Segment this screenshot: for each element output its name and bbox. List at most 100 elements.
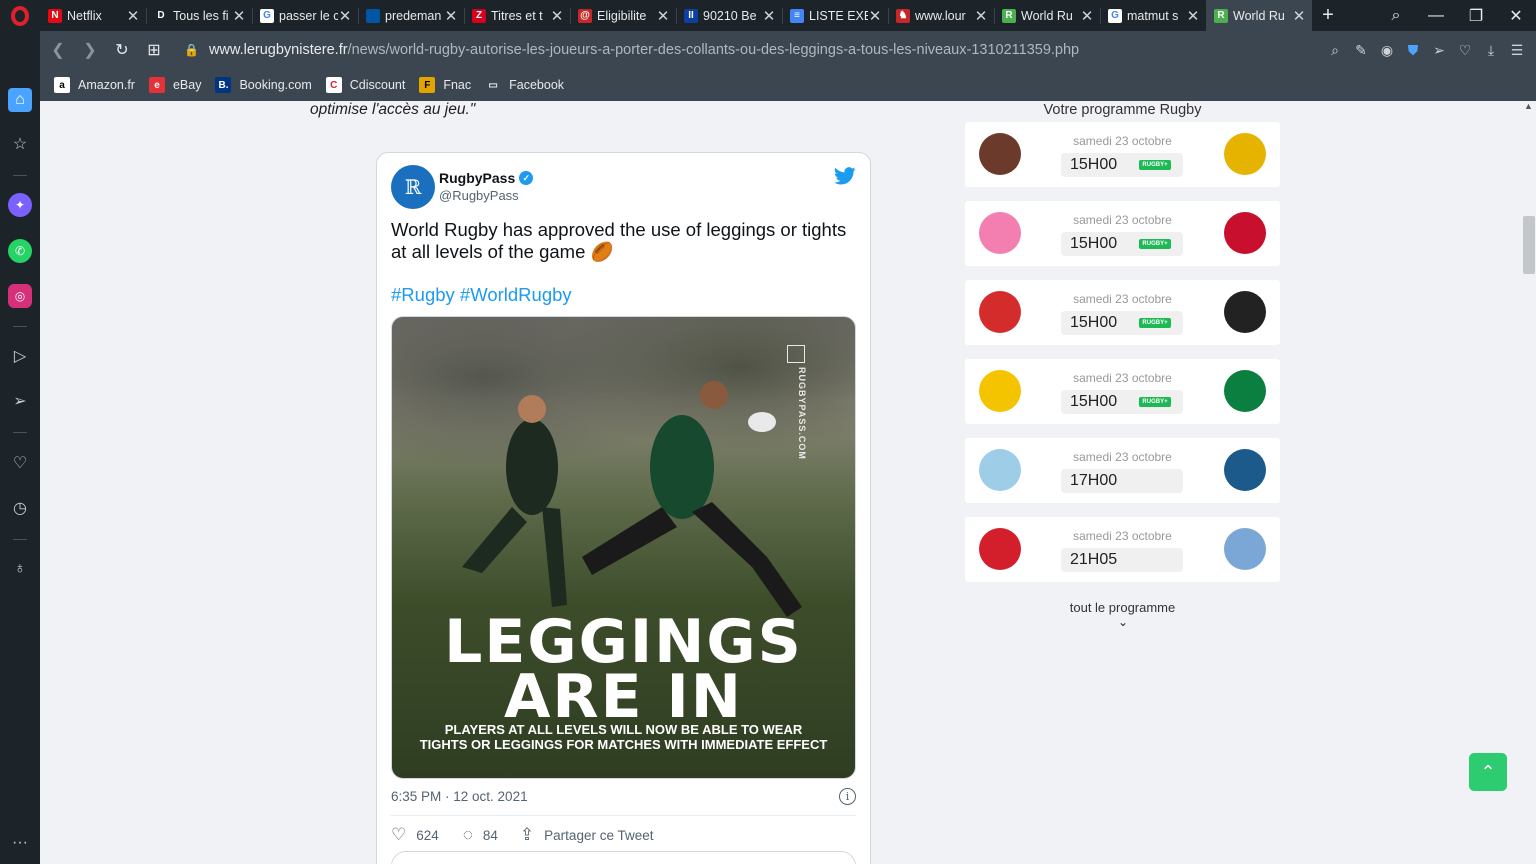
all-programme-link[interactable]: tout le programme	[965, 600, 1280, 615]
download-icon[interactable]: ⤓	[1482, 42, 1500, 59]
url-field[interactable]: www.lerugbynistere.fr/news/world-rugby-a…	[209, 42, 1079, 58]
match-time-label: 15H00	[1070, 314, 1118, 331]
match-card[interactable]: samedi 23 octobre 15H00 RUGBY+	[965, 280, 1280, 345]
scroll-to-top-button[interactable]: ⌃	[1469, 753, 1507, 791]
close-tab-icon[interactable]: ✕	[656, 7, 670, 25]
close-tab-icon[interactable]: ✕	[338, 7, 352, 25]
match-card[interactable]: samedi 23 octobre 21H05	[965, 517, 1280, 582]
heart-icon[interactable]: ♡	[8, 451, 32, 475]
tab[interactable]: D Tous les fi ✕	[146, 0, 252, 31]
twitter-bird-icon[interactable]	[834, 167, 856, 185]
heart-icon[interactable]: ♡	[1456, 42, 1474, 59]
away-team-crest-icon[interactable]	[1224, 212, 1266, 254]
whatsapp-icon[interactable]: ✆	[8, 239, 32, 263]
tab[interactable]: Gmatmut s ✕	[1100, 0, 1206, 31]
tweet-hashtags[interactable]: #Rugby #WorldRugby	[391, 284, 572, 306]
close-tab-icon[interactable]: ✕	[762, 7, 776, 25]
easy-setup-icon[interactable]: ☰	[1508, 42, 1526, 59]
match-card[interactable]: samedi 23 octobre 15H00 RUGBY+	[965, 201, 1280, 266]
flow-icon[interactable]: ➢	[8, 389, 32, 413]
send-icon[interactable]: ➢	[1430, 42, 1448, 59]
close-tab-icon[interactable]: ✕	[550, 7, 564, 25]
player-icon[interactable]: ▷	[8, 344, 32, 368]
tab[interactable]: R World Ru ✕	[1206, 0, 1312, 31]
tab-search-icon[interactable]: ⌕	[1376, 7, 1416, 25]
info-icon[interactable]: i	[839, 788, 856, 805]
media-subline1: PLAYERS AT ALL LEVELS WILL NOW BE ABLE T…	[444, 722, 803, 737]
scrollbar-thumb[interactable]	[1523, 216, 1535, 274]
bookmark-item[interactable]: B. Booking.com	[215, 77, 312, 93]
shield-icon[interactable]: ⛊	[1404, 42, 1422, 59]
tab[interactable]: R World Ru ✕	[994, 0, 1100, 31]
bookmark-label: Fnac	[443, 78, 472, 92]
close-tab-icon[interactable]: ✕	[1186, 7, 1200, 25]
away-team-crest-icon[interactable]	[1224, 291, 1266, 333]
bookmark-item[interactable]: a Amazon.fr	[54, 77, 135, 93]
tab[interactable]: II 90210 Be ✕	[676, 0, 782, 31]
like-button[interactable]: ♡ 624	[391, 825, 439, 845]
tweet-more-button[interactable]	[391, 851, 856, 864]
close-tab-icon[interactable]: ✕	[444, 7, 458, 25]
reload-button[interactable]: ↻	[106, 40, 138, 60]
bookmark-favicon-icon: e	[148, 77, 165, 93]
search-icon[interactable]: ⌕	[1326, 42, 1344, 59]
match-card[interactable]: samedi 23 octobre 15H00 RUGBY+	[965, 359, 1280, 424]
chevron-down-icon[interactable]: ⌄	[1115, 615, 1131, 629]
tweet-timestamp[interactable]: 6:35 PM · 12 oct. 2021	[391, 789, 528, 804]
restore-button[interactable]: ❐	[1456, 6, 1496, 26]
tweet-handle[interactable]: @RugbyPass	[439, 188, 519, 203]
match-card[interactable]: samedi 23 octobre 17H00	[965, 438, 1280, 503]
minimize-button[interactable]: —	[1416, 7, 1456, 25]
reply-button[interactable]: ◌ 84	[463, 825, 498, 845]
instagram-icon[interactable]: ◎	[8, 284, 32, 308]
close-window-button[interactable]: ✕	[1496, 6, 1536, 26]
camera-icon[interactable]: ◉	[1378, 42, 1396, 59]
tweet-author-name: RugbyPass	[439, 170, 516, 186]
tab[interactable]: ♞ www.lour ✕	[888, 0, 994, 31]
close-tab-icon[interactable]: ✕	[126, 7, 140, 25]
tab[interactable]: Gpasser le c ✕	[252, 0, 358, 31]
back-button[interactable]: ❮	[42, 40, 74, 60]
tab[interactable]: predeman ✕	[358, 0, 464, 31]
bookmark-item[interactable]: e eBay	[148, 77, 201, 93]
close-tab-icon[interactable]: ✕	[1292, 7, 1306, 25]
home-icon[interactable]: ⌂	[8, 88, 32, 112]
close-tab-icon[interactable]: ✕	[974, 7, 988, 25]
history-icon[interactable]: ◷	[8, 496, 32, 520]
tab[interactable]: ≡ LISTE EXE ✕	[782, 0, 888, 31]
tab[interactable]: Z Titres et t ✕	[464, 0, 570, 31]
tab-grid-icon[interactable]: ⊞	[138, 40, 170, 60]
bulb-icon[interactable]: ♁	[8, 557, 32, 581]
match-card[interactable]: samedi 23 octobre 15H00 RUGBY+	[965, 122, 1280, 187]
share-button[interactable]: ⇪ Partager ce Tweet	[520, 825, 654, 845]
sidebar-separator	[13, 326, 27, 327]
bookmark-item[interactable]: ▭ Facebook	[485, 77, 564, 93]
scroll-up-arrow-icon[interactable]: ▲	[1521, 101, 1536, 111]
lock-icon[interactable]: 🔒	[184, 43, 199, 57]
tv-channel-badge: RUGBY+	[1139, 318, 1171, 328]
close-tab-icon[interactable]: ✕	[232, 7, 246, 25]
close-tab-icon[interactable]: ✕	[868, 7, 882, 25]
tab[interactable]: @ Eligibilite ✕	[570, 0, 676, 31]
bookmarks-star-icon[interactable]: ☆	[8, 132, 32, 156]
edit-icon[interactable]: ✎	[1352, 42, 1370, 59]
away-team-crest-icon[interactable]	[1224, 133, 1266, 175]
tweet-media-image[interactable]: RUGBYPASS.COM LEGGINGS ARE IN PLAYERS AT…	[391, 316, 856, 779]
new-tab-button[interactable]: +	[1312, 4, 1344, 27]
away-team-crest-icon[interactable]	[1224, 370, 1266, 412]
scrollbar[interactable]: ▲	[1521, 101, 1536, 864]
avatar[interactable]: ℝ	[391, 165, 435, 209]
forward-button[interactable]: ❯	[74, 40, 106, 60]
tweet-author[interactable]: RugbyPass ✓	[439, 170, 534, 186]
bookmark-item[interactable]: C Cdiscount	[325, 77, 405, 93]
away-team-crest-icon[interactable]	[1224, 528, 1266, 570]
bookmark-label: Booking.com	[239, 78, 312, 92]
match-time-label: 15H00	[1070, 235, 1118, 252]
close-tab-icon[interactable]: ✕	[1080, 7, 1094, 25]
bookmark-item[interactable]: F Fnac	[419, 77, 471, 93]
opera-menu-button[interactable]	[0, 0, 40, 31]
messenger-icon[interactable]: ✦	[8, 193, 32, 217]
more-icon[interactable]: ···	[8, 831, 32, 855]
away-team-crest-icon[interactable]	[1224, 449, 1266, 491]
tab[interactable]: N Netflix ✕	[40, 0, 146, 31]
